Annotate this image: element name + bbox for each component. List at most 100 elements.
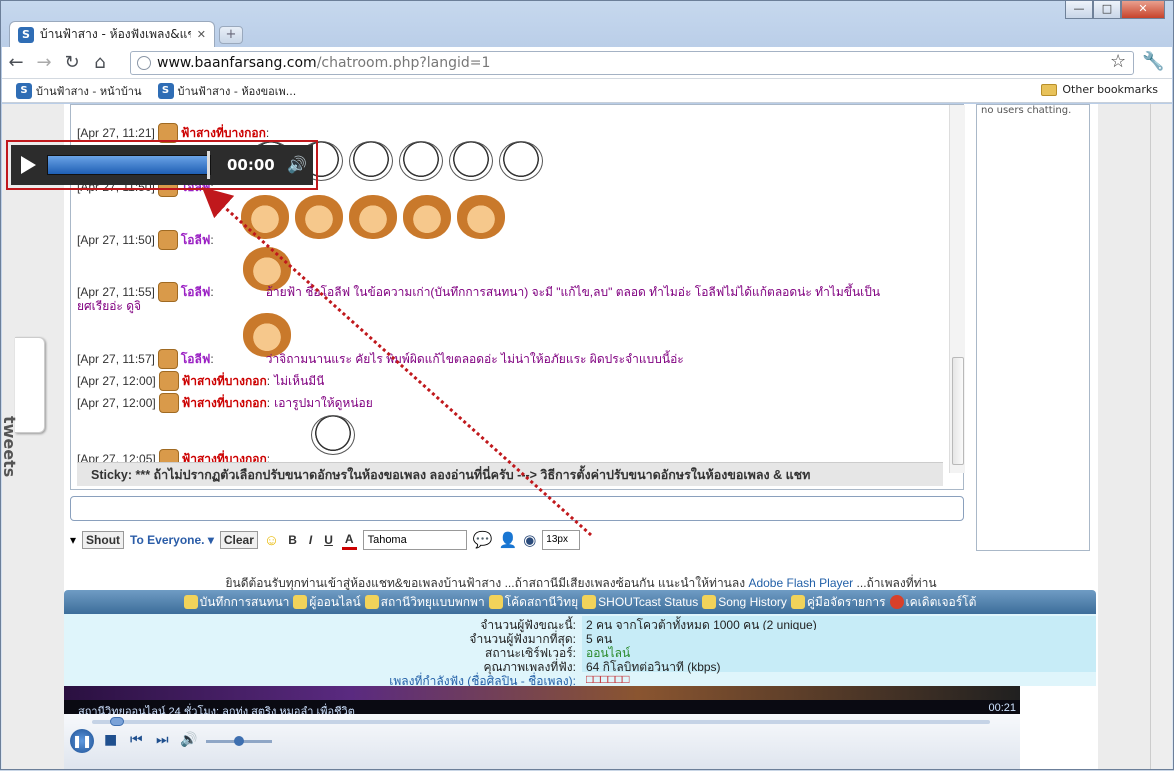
audio-progress-knob[interactable] <box>207 151 210 179</box>
nav-online-users[interactable]: ผู้ออนไลน์ <box>293 593 361 612</box>
menu-arrow-icon[interactable]: ▾ <box>70 533 76 547</box>
chat-message: [Apr 27, 12:00] ฟ้าสางที่บางกอก : ไม่เห็… <box>77 371 324 391</box>
seek-bar[interactable] <box>92 720 990 724</box>
underline-button[interactable]: U <box>321 532 336 548</box>
back-button[interactable]: ← <box>2 49 30 77</box>
seek-knob[interactable] <box>109 717 124 726</box>
message-nick[interactable]: ฟ้าสางที่บางกอก <box>182 372 267 391</box>
sticky-notice[interactable]: Sticky: *** ถ้าไม่ปรากฏตัวเลือกปรับขนาดอ… <box>77 462 943 486</box>
nav-portable-radio[interactable]: สถานีวิทยุแบบพกพา <box>364 593 485 612</box>
message-separator: : <box>265 126 270 140</box>
nav-shoutcast-status[interactable]: SHOUTcast Status <box>582 595 698 609</box>
window-controls: — □ ✕ <box>1065 1 1165 19</box>
clear-button[interactable]: Clear <box>219 531 258 549</box>
nav-dj-manual[interactable]: คู่มือจัดรายการ <box>790 593 886 612</box>
message-nick[interactable]: โอลีฟ <box>181 231 211 250</box>
welcome-tail: ...ถ้าเพลงที่ท่าน <box>856 576 937 590</box>
recipient-select[interactable]: To Everyone. ▾ <box>130 533 214 547</box>
chat-scroll-thumb[interactable] <box>952 357 964 465</box>
message-nick[interactable]: ฟ้าสางที่บางกอก <box>182 394 267 413</box>
nav-credits[interactable]: เคเดิตเจอร์โต้ <box>889 593 976 612</box>
audio-time: 00:00 <box>227 156 275 174</box>
player-time: 00:21 <box>988 702 1016 714</box>
tab-close-icon[interactable]: ✕ <box>197 28 206 41</box>
page-scrollbar[interactable] <box>1150 104 1172 769</box>
monkey-emoticon-icon <box>295 195 343 239</box>
maximize-button[interactable]: □ <box>1093 1 1121 19</box>
minimize-button[interactable]: — <box>1065 1 1093 19</box>
nav-label: โค้ดสถานีวิทยุ <box>504 594 579 609</box>
volume-icon[interactable]: 🔊 <box>287 155 307 174</box>
font-family-select[interactable]: Tahoma <box>362 530 467 550</box>
avatar <box>158 393 179 413</box>
stat-label: จำนวนผู้ฟังมากที่สุด: <box>469 632 576 646</box>
user-add-icon[interactable]: 👤 <box>499 531 518 549</box>
chat-message-input[interactable] <box>70 496 964 521</box>
nav-song-history[interactable]: Song History <box>702 595 787 609</box>
message-separator: : <box>210 233 214 247</box>
audio-progress-bar[interactable] <box>47 155 211 175</box>
chat-toolbar: ▾ Shout To Everyone. ▾ Clear ☺ B I U A T… <box>70 527 581 553</box>
stat-label: คุณภาพเพลงที่ฟัง: <box>483 660 576 674</box>
previous-button[interactable]: ⏮ <box>130 732 143 748</box>
audio-player: 00:00 🔊 <box>11 145 313 185</box>
chat-scrollbar[interactable] <box>949 105 965 473</box>
bookmark-star-icon[interactable]: ☆ <box>1110 51 1126 72</box>
nav-radio-code[interactable]: โค้ดสถานีวิทยุ <box>488 593 579 612</box>
station-stats: จำนวนผู้ฟังขณะนี้: 2 คน จากโควต้าทั้งหมด… <box>64 614 1096 688</box>
play-icon[interactable] <box>21 156 36 174</box>
pause-button[interactable]: ❚❚ <box>70 729 94 753</box>
flash-player-link[interactable]: Adobe Flash Player <box>748 576 853 590</box>
site-nav-bar: บันทึกการสนทนา ผู้ออนไลน์ สถานีวิทยุแบบพ… <box>64 590 1096 614</box>
recipient-label: To Everyone. <box>130 533 205 547</box>
address-bar[interactable]: www.baanfarsang.com/chatroom.php?langid=… <box>130 51 1134 75</box>
forward-button[interactable]: → <box>30 49 58 77</box>
nav-label: บันทึกการสนทนา <box>199 594 290 609</box>
sound-toggle-icon[interactable]: ◉ <box>523 531 536 549</box>
message-text-continued: ยศเรียอ่ะ ดูจิ <box>77 299 142 313</box>
stat-row: จำนวนผู้ฟังมากที่สุด: 5 คน <box>64 630 1096 646</box>
bookmarks-bar: S บ้านฟ้าสาง - หน้าบ้าน S บ้านฟ้าสาง - ห… <box>2 79 1172 103</box>
smiley-icon[interactable]: ☺ <box>264 532 279 549</box>
avatar <box>157 230 178 250</box>
nav-label: คู่มือจัดรายการ <box>806 594 886 609</box>
speaker-icon <box>582 595 597 609</box>
online-users-panel: no users chatting. <box>976 104 1090 551</box>
message-time: [Apr 27, 11:50] <box>77 233 155 247</box>
stat-row: เพลงที่กำลังฟัง (ชื่อศิลปิน - ชื่อเพลง):… <box>64 672 1096 688</box>
manual-icon <box>790 595 805 609</box>
bookmark-item[interactable]: S บ้านฟ้าสาง - ห้องขอเพ... <box>157 82 296 100</box>
next-button[interactable]: ⏭ <box>156 732 169 748</box>
globe-icon <box>137 56 151 70</box>
browser-window: — □ ✕ S บ้านฟ้าสาง - ห้องฟังเพลง&แชท ✕ +… <box>0 0 1174 770</box>
font-color-button[interactable]: A <box>341 531 357 550</box>
emoticon-icon <box>311 415 355 455</box>
site-favicon-icon: S <box>18 26 34 43</box>
reload-button[interactable]: ↻ <box>58 49 86 77</box>
italic-button[interactable]: I <box>306 532 315 548</box>
other-bookmarks[interactable]: Other bookmarks <box>1041 83 1158 96</box>
bold-button[interactable]: B <box>285 532 300 548</box>
message-separator: : <box>210 285 214 299</box>
wrench-icon[interactable]: 🔧 <box>1142 51 1164 72</box>
nav-chat-log[interactable]: บันทึกการสนทนา <box>183 593 290 612</box>
code-icon <box>488 595 503 609</box>
home-button[interactable]: ⌂ <box>86 49 114 77</box>
tab-chatroom[interactable]: S บ้านฟ้าสาง - ห้องฟังเพลง&แชท ✕ <box>9 21 215 47</box>
message-nick[interactable]: โอลีฟ <box>181 350 211 369</box>
shout-button[interactable]: Shout <box>82 531 125 549</box>
speech-bubble-icon[interactable]: 💬 <box>473 530 493 550</box>
new-tab-button[interactable]: + <box>219 26 243 44</box>
stat-value: 5 คน <box>582 630 1096 646</box>
bookmark-item[interactable]: S บ้านฟ้าสาง - หน้าบ้าน <box>16 82 142 100</box>
tweets-tab[interactable]: tweets <box>2 337 45 477</box>
stop-button[interactable]: ■ <box>104 732 117 748</box>
tab-title: บ้านฟ้าสาง - ห้องฟังเพลง&แชท <box>40 27 191 41</box>
close-window-button[interactable]: ✕ <box>1121 1 1165 19</box>
font-size-select[interactable]: 13px <box>542 530 581 550</box>
volume-icon[interactable]: 🔊 <box>180 732 197 748</box>
avatar <box>158 371 179 391</box>
welcome-text: ยินดีต้อนรับทุกท่านเข้าสู่ห้องแชท&ขอเพลง… <box>225 576 746 590</box>
volume-knob[interactable] <box>234 736 244 746</box>
server-status-value: ออนไลน์ <box>582 644 1096 660</box>
